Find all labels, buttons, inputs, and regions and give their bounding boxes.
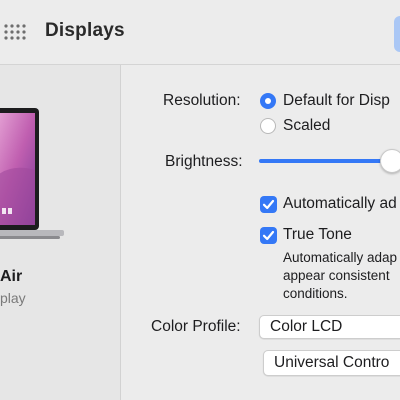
resolution-scaled-radio[interactable] <box>260 118 276 134</box>
macbook-air-icon[interactable] <box>0 108 68 248</box>
resolution-default-radio[interactable] <box>260 93 276 109</box>
color-profile-label: Color Profile: <box>151 318 241 335</box>
toolbar: Displays <box>0 0 400 65</box>
brightness-slider-knob[interactable] <box>380 149 400 173</box>
true-tone-description-line2: appear consistent <box>283 268 390 283</box>
true-tone-label[interactable]: True Tone <box>283 226 352 244</box>
auto-brightness-checkbox[interactable] <box>260 196 277 213</box>
true-tone-description-line3: conditions. <box>283 286 348 301</box>
resolution-scaled-option[interactable]: Scaled <box>283 117 330 135</box>
true-tone-checkbox[interactable] <box>260 227 277 244</box>
toolbar-button[interactable] <box>394 16 400 52</box>
true-tone-description-line1: Automatically adap <box>283 250 398 265</box>
brightness-label: Brightness: <box>165 153 243 170</box>
resolution-label: Resolution: <box>163 92 241 109</box>
color-profile-popup[interactable]: Color LCD <box>259 315 400 339</box>
brightness-slider[interactable] <box>259 159 400 163</box>
universal-control-button[interactable]: Universal Contro <box>263 350 400 376</box>
grid-icon[interactable] <box>2 24 26 40</box>
display-name: Air <box>0 268 23 285</box>
display-type: play <box>0 290 26 306</box>
window-title: Displays <box>45 20 125 41</box>
resolution-default-option[interactable]: Default for Disp <box>283 92 390 110</box>
auto-brightness-label[interactable]: Automatically ad <box>283 195 397 213</box>
